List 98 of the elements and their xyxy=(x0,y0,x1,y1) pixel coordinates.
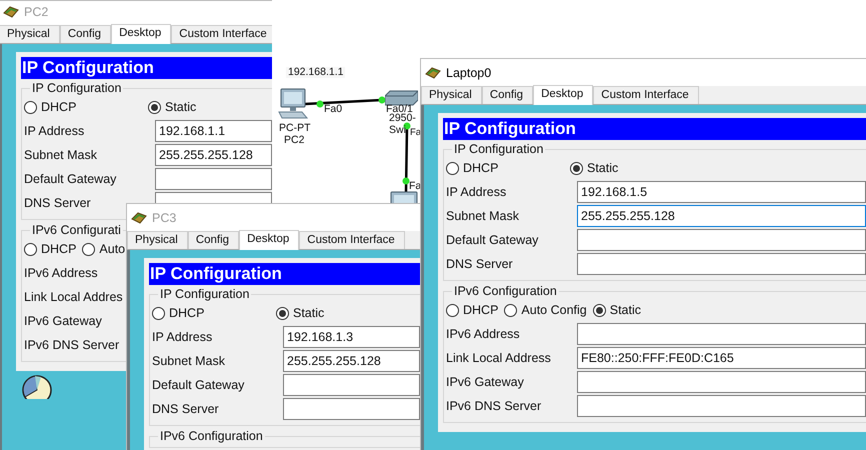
port-label: Fa0/1 xyxy=(386,104,413,115)
field-label: IPv6 DNS Server xyxy=(446,398,542,413)
device-icon xyxy=(3,5,19,19)
field-label: DNS Server xyxy=(24,196,91,210)
input-field[interactable]: 192.168.1.1 xyxy=(155,120,272,142)
field-label: IPv6 Address xyxy=(24,266,98,280)
input-field[interactable]: 255.255.255.128 xyxy=(283,350,420,372)
device-name-label: PC2 xyxy=(284,135,304,146)
tab[interactable]: Desktop xyxy=(111,24,172,44)
radio-label[interactable]: Static xyxy=(165,98,196,116)
field-label: Default Gateway xyxy=(446,232,538,247)
pc-icon xyxy=(278,88,308,119)
field-label: IP Address xyxy=(24,124,84,138)
tab[interactable]: Desktop xyxy=(239,230,300,250)
port-status-dot xyxy=(316,100,324,108)
field-label: Default Gateway xyxy=(152,378,244,392)
radio-label[interactable]: DHCP xyxy=(41,240,76,258)
field-label: IPv6 Gateway xyxy=(446,374,524,389)
field-label: IP Address xyxy=(446,184,506,199)
tab[interactable]: Desktop xyxy=(533,85,594,105)
input-field[interactable]: 192.168.1.5 xyxy=(577,181,866,203)
field-label: IPv6 Gateway xyxy=(24,314,102,328)
radio-label[interactable]: Static xyxy=(293,304,324,322)
radio-label[interactable]: Auto xyxy=(99,240,126,258)
group-title: IPv6 Configuration xyxy=(453,284,558,298)
panel-heading: IP Configuration xyxy=(443,118,866,140)
radio-button[interactable] xyxy=(504,304,518,316)
radio-button[interactable] xyxy=(446,162,459,174)
group-title: IP Configuration xyxy=(31,81,122,95)
tab[interactable]: Physical xyxy=(127,231,188,249)
input-field[interactable] xyxy=(577,323,866,345)
radio-button[interactable] xyxy=(570,162,583,174)
field-label: Link Local Addres xyxy=(24,290,123,304)
field-label: DNS Server xyxy=(446,256,513,271)
radio-button[interactable] xyxy=(24,242,37,256)
group-title: IP Configuration xyxy=(159,287,250,301)
field-label: IP Address xyxy=(152,330,212,344)
radio-button[interactable] xyxy=(152,306,165,320)
radio-label[interactable]: DHCP xyxy=(41,98,76,116)
window-title: PC2 xyxy=(24,4,48,21)
tab[interactable]: Config xyxy=(188,231,240,249)
group-title: IPv6 Configurati xyxy=(31,223,122,237)
radio-label[interactable]: DHCP xyxy=(463,300,498,320)
radio-label[interactable]: DHCP xyxy=(169,304,204,322)
input-field[interactable] xyxy=(155,168,272,190)
input-field[interactable]: 255.255.255.128 xyxy=(577,205,866,227)
device-name-label: Swi xyxy=(389,125,406,136)
input-field[interactable]: 255.255.255.128 xyxy=(155,144,272,166)
field-label: DNS Server xyxy=(152,402,219,416)
input-field[interactable] xyxy=(577,253,866,275)
tab[interactable]: Custom Interface xyxy=(593,86,699,104)
ip-address-note: 192.168.1.1 xyxy=(286,67,346,78)
tab[interactable]: Config xyxy=(60,25,112,43)
radio-button[interactable] xyxy=(148,100,161,114)
radio-label[interactable]: Static xyxy=(610,300,642,320)
tab[interactable]: Physical xyxy=(421,86,482,104)
panel-heading: IP Configuration xyxy=(21,57,272,79)
panel-heading: IP Configuration xyxy=(149,263,420,285)
field-label: Subnet Mask xyxy=(24,148,97,162)
window-title: Laptop0 xyxy=(446,64,492,82)
input-field[interactable] xyxy=(577,395,866,417)
group-title: IP Configuration xyxy=(453,142,544,156)
device-model-label: 2950- xyxy=(389,113,416,124)
port-status-dot xyxy=(402,178,410,184)
port-status-dot xyxy=(378,96,386,104)
radio-label[interactable]: Auto Config xyxy=(521,300,587,320)
field-label: Subnet Mask xyxy=(152,354,225,368)
tab[interactable]: Custom Interface xyxy=(171,25,272,43)
radio-button[interactable] xyxy=(24,100,37,114)
input-field[interactable] xyxy=(283,398,420,420)
radio-label[interactable]: DHCP xyxy=(463,158,498,178)
field-label: IPv6 Address xyxy=(446,326,520,341)
field-label: Default Gateway xyxy=(24,172,116,186)
input-field[interactable]: FE80::250:FFF:FE0D:C165 xyxy=(577,347,866,369)
window-title: PC3 xyxy=(152,210,176,227)
input-field[interactable] xyxy=(577,371,866,393)
field-label: IPv6 DNS Server xyxy=(24,338,120,352)
radio-button[interactable] xyxy=(446,304,459,316)
port-label: Fa0 xyxy=(324,104,342,115)
radio-label[interactable]: Static xyxy=(587,158,618,178)
port-status-dot xyxy=(404,122,410,130)
input-field[interactable]: 192.168.1.3 xyxy=(283,326,420,348)
tab[interactable]: Config xyxy=(482,86,534,104)
device-icon xyxy=(131,211,147,225)
field-label: Subnet Mask xyxy=(446,208,519,223)
field-label: Link Local Address xyxy=(446,350,551,365)
tab[interactable]: Custom Interface xyxy=(299,231,405,249)
input-field[interactable] xyxy=(577,229,866,251)
radio-button[interactable] xyxy=(82,242,96,256)
switch-icon xyxy=(385,90,418,106)
group-title: IPv6 Configuration xyxy=(159,429,264,443)
device-icon xyxy=(425,66,441,80)
radio-button[interactable] xyxy=(276,306,289,320)
pie-chart-icon xyxy=(22,375,52,399)
radio-button[interactable] xyxy=(592,304,606,316)
device-model-label: PC-PT xyxy=(279,123,310,134)
input-field[interactable] xyxy=(283,374,420,396)
tab[interactable]: Physical xyxy=(0,25,60,43)
